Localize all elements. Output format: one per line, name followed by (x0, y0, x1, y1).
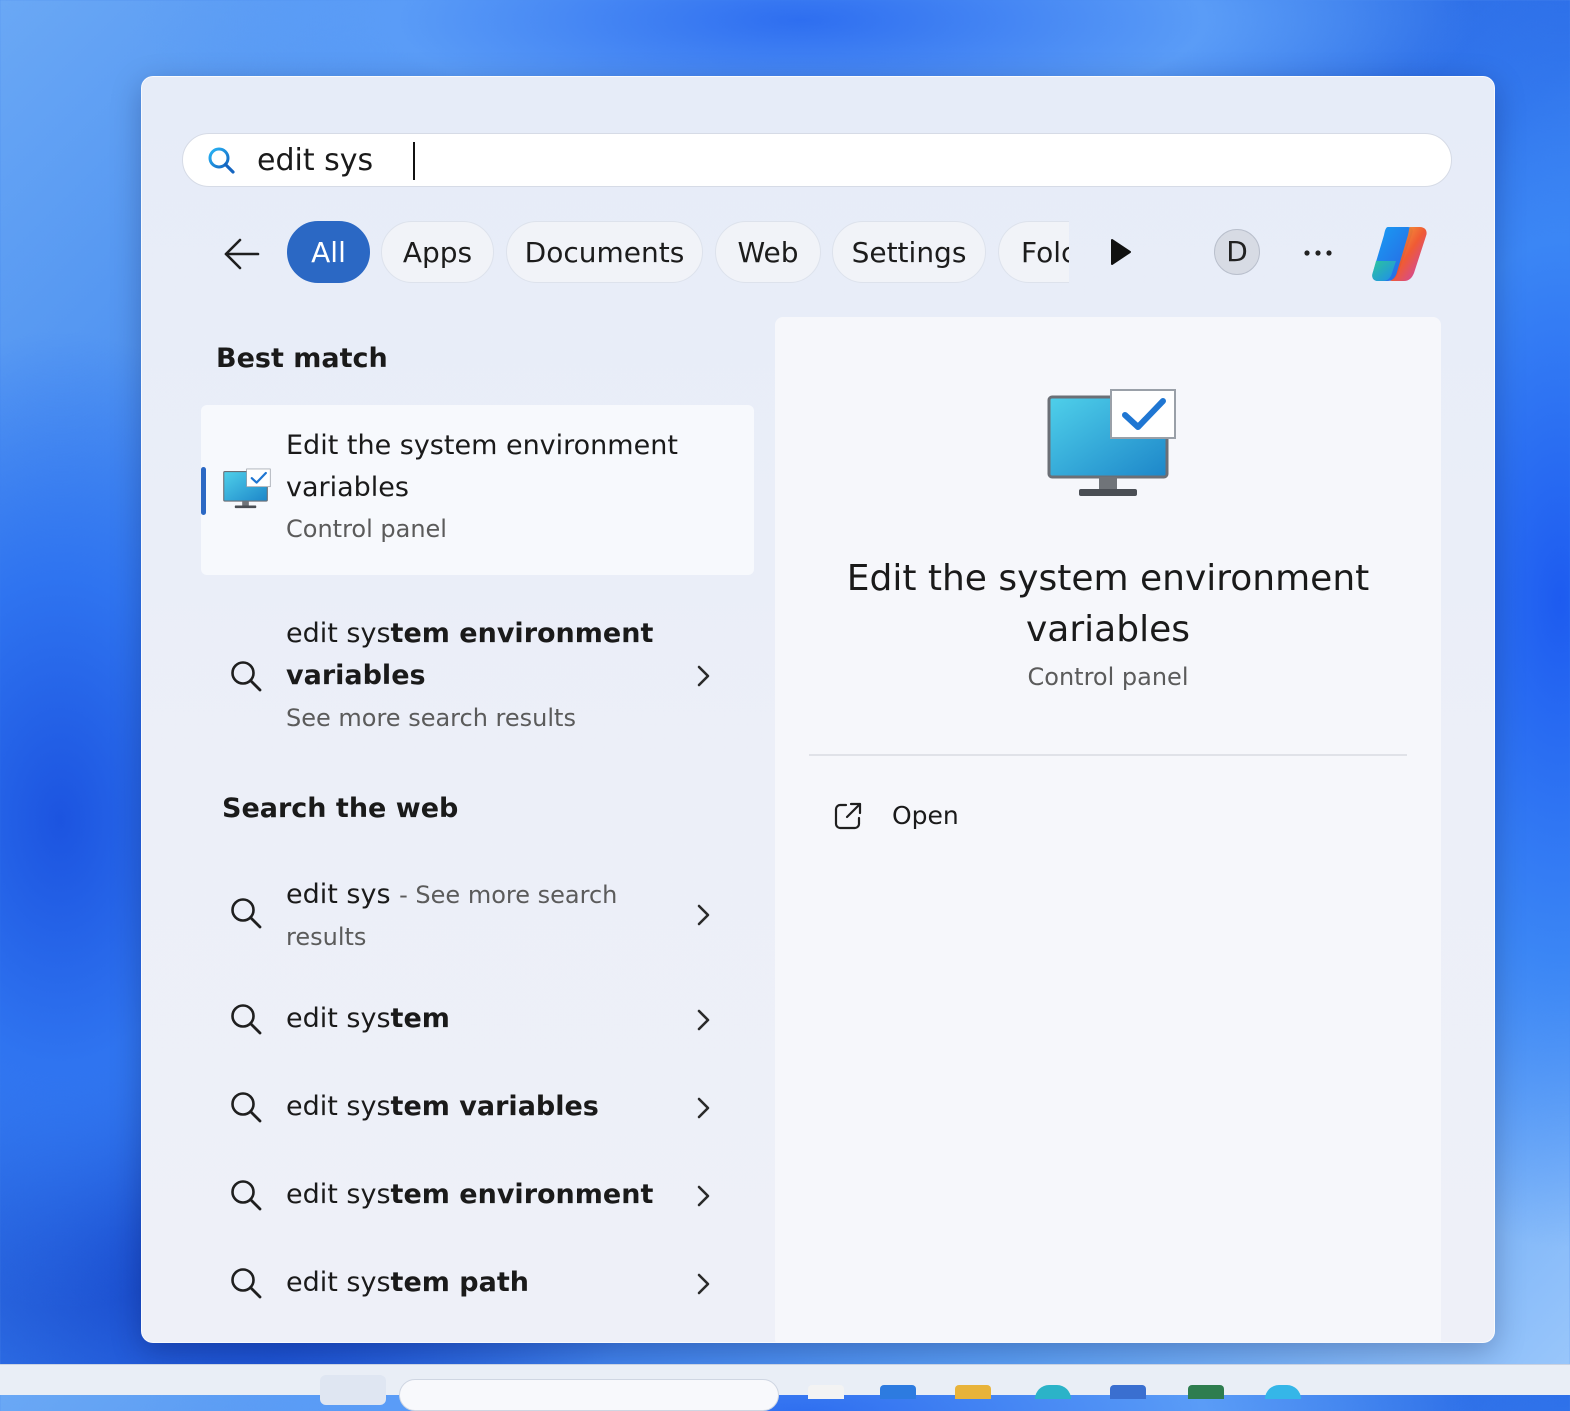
search-icon (231, 661, 262, 692)
search-icon (231, 1180, 262, 1211)
taskbar-app[interactable] (880, 1385, 916, 1399)
suggestion-subtitle: See more search results (286, 704, 576, 732)
tab-apps[interactable]: Apps (381, 221, 494, 283)
search-icon (208, 147, 235, 174)
web-result-label: edit system variables (286, 1091, 599, 1122)
back-arrow-icon[interactable] (220, 233, 262, 275)
tab-documents[interactable]: Documents (506, 221, 703, 283)
web-result-item[interactable]: edit system variables (201, 1086, 754, 1130)
search-icon (231, 1268, 262, 1299)
preview-pane: Edit the system environment variables Co… (775, 317, 1441, 1342)
system-properties-icon (1047, 389, 1176, 496)
filter-bar: All Apps Documents Web Settings Folc D (142, 219, 1494, 289)
chevron-right-icon (697, 1273, 710, 1295)
search-input[interactable] (257, 140, 1407, 180)
search-icon (231, 1004, 262, 1035)
preview-subtitle: Control panel (1027, 663, 1189, 691)
taskbar-app[interactable] (1110, 1385, 1146, 1399)
scroll-right-icon[interactable] (1108, 237, 1134, 267)
taskbar-search[interactable] (399, 1379, 779, 1411)
tab-settings[interactable]: Settings (832, 221, 986, 283)
open-action[interactable]: Open (892, 801, 959, 830)
taskbar-app[interactable] (808, 1385, 844, 1399)
preview-title: Edit the system environment variables (846, 558, 1370, 650)
open-external-icon[interactable] (833, 801, 863, 831)
best-match-item[interactable]: Edit the system environment variables Co… (201, 405, 754, 575)
start-search-panel: All Apps Documents Web Settings Folc D B… (141, 76, 1495, 1343)
chevron-right-icon (697, 1185, 710, 1207)
selection-indicator (201, 467, 206, 515)
web-result-label: edit sys - See more search results (286, 879, 618, 951)
web-result-label: edit system environment (286, 1179, 654, 1210)
best-match-subtitle: Control panel (286, 515, 447, 543)
web-result-item[interactable]: edit system path (201, 1262, 754, 1306)
suggestion-label: edit system environment variables (286, 618, 654, 691)
tab-folders[interactable]: Folc (998, 221, 1069, 283)
chevron-right-icon (697, 1097, 710, 1119)
tab-web[interactable]: Web (715, 221, 821, 283)
tab-all[interactable]: All (287, 221, 370, 283)
more-options-icon[interactable] (1298, 235, 1338, 271)
best-match-title: Edit the system environment variables (286, 430, 678, 503)
search-icon (231, 898, 262, 929)
web-result-item[interactable]: edit sys - See more search results (201, 870, 754, 962)
taskbar-app[interactable] (955, 1385, 991, 1399)
search-web-heading: Search the web (222, 793, 459, 824)
web-result-label: edit system (286, 1003, 450, 1034)
taskbar-app[interactable] (1188, 1385, 1224, 1399)
chevron-right-icon (697, 665, 710, 687)
web-result-label: edit system path (286, 1267, 529, 1298)
taskbar-app[interactable] (1035, 1385, 1071, 1399)
best-match-heading: Best match (216, 343, 388, 374)
text-caret (413, 142, 415, 180)
copilot-icon[interactable] (1366, 221, 1432, 287)
taskbar-app[interactable] (1265, 1385, 1301, 1399)
avatar[interactable]: D (1214, 229, 1260, 275)
search-icon (231, 1092, 262, 1123)
system-properties-icon (223, 468, 271, 509)
chevron-right-icon (697, 904, 710, 926)
start-button[interactable] (320, 1375, 386, 1405)
divider (809, 754, 1407, 756)
suggestion-item[interactable]: edit system environment variables See mo… (201, 609, 754, 739)
search-box[interactable] (182, 133, 1452, 187)
web-result-item[interactable]: edit system (201, 998, 754, 1042)
chevron-right-icon (697, 1009, 710, 1031)
taskbar (0, 1364, 1570, 1411)
web-result-item[interactable]: edit system environment (201, 1174, 754, 1218)
